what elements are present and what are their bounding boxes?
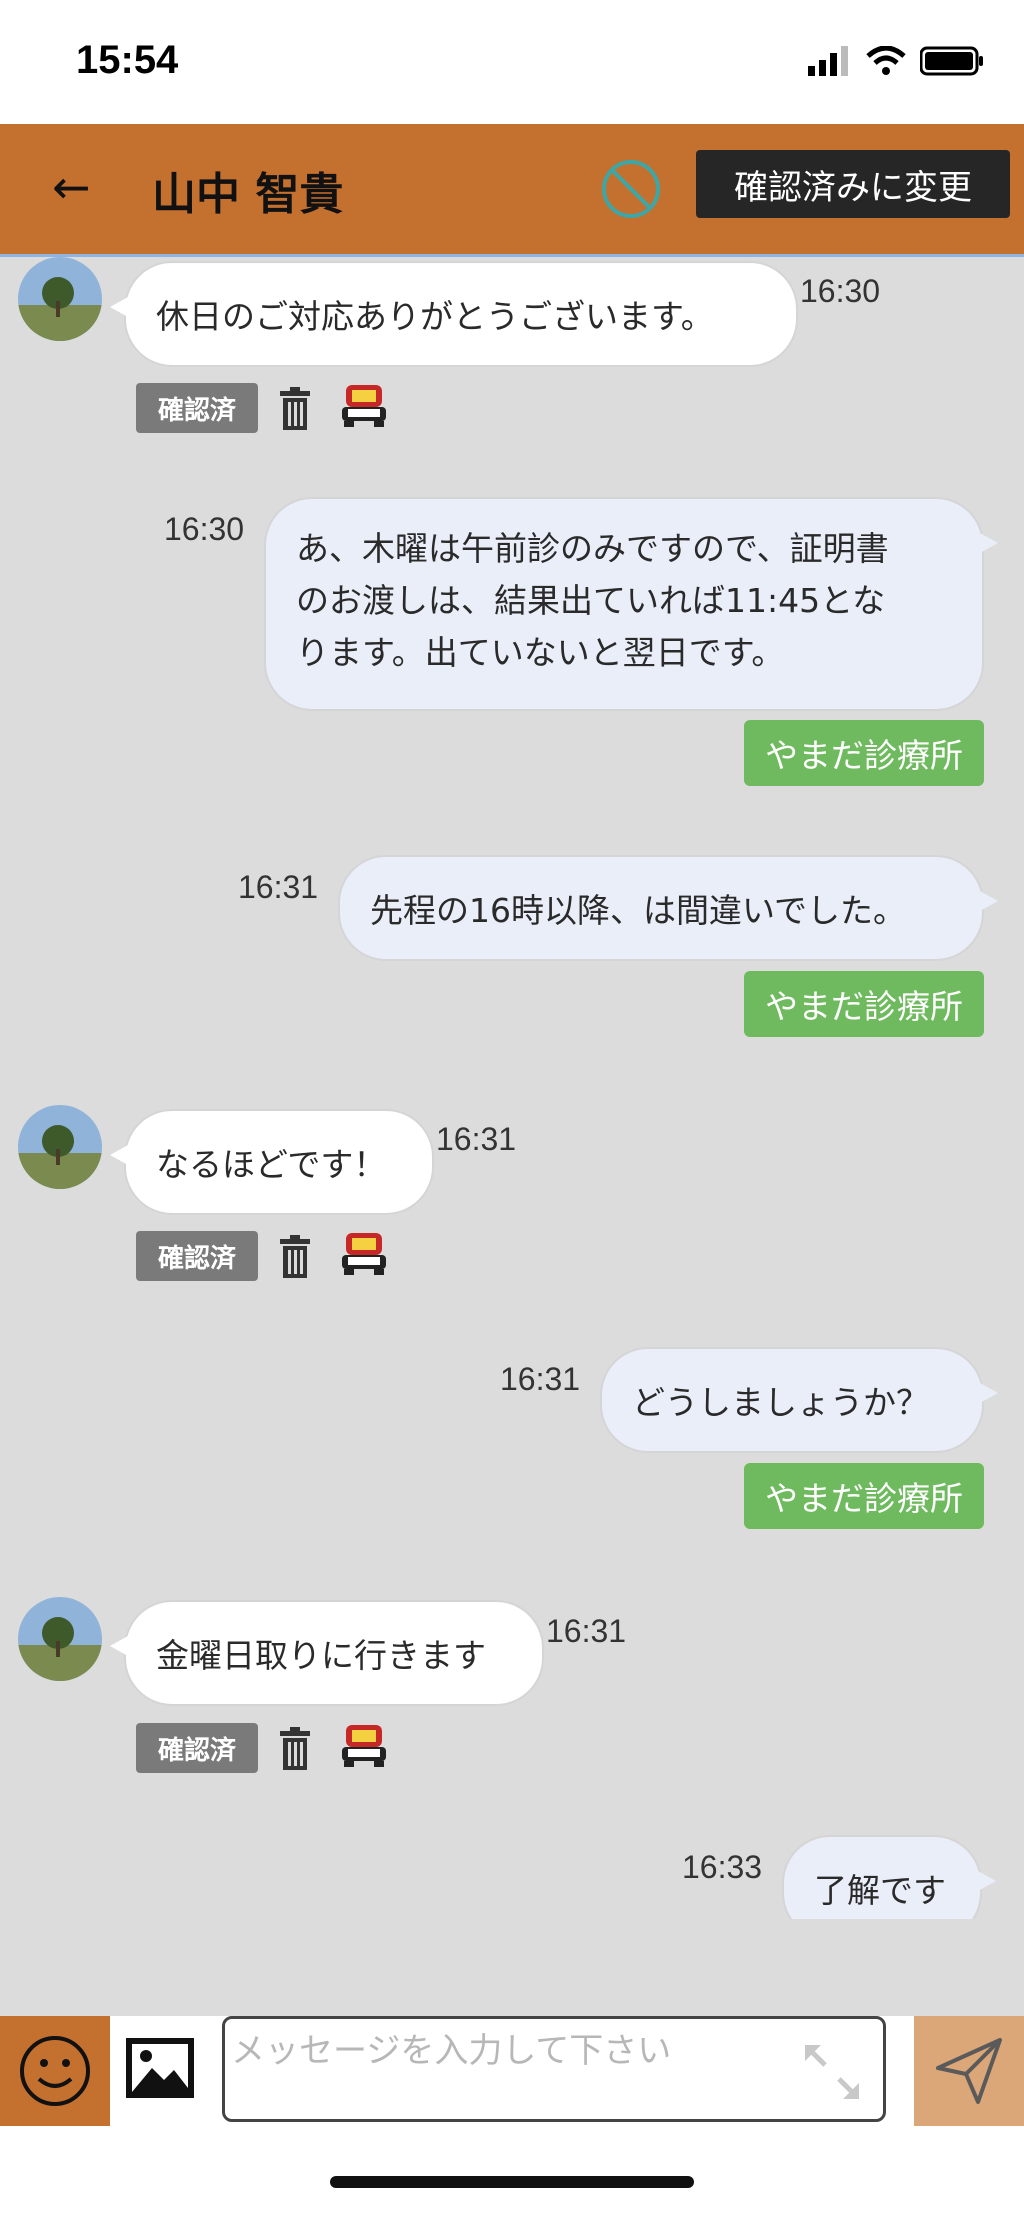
avatar-landscape-image — [18, 257, 102, 341]
mark-confirmed-button[interactable]: 確認済みに変更 — [696, 150, 1010, 218]
confirmed-badge: 確認済 — [136, 1231, 258, 1281]
message-time: 16:31 — [546, 1613, 627, 1649]
block-icon[interactable] — [600, 158, 662, 220]
notification-icon[interactable] — [340, 1229, 388, 1277]
contact-name: 山中 智貴 — [152, 169, 344, 220]
message-time: 16:31 — [238, 869, 319, 905]
message-input-placeholder: メッセージを入力して下さい — [231, 2031, 672, 2071]
notification-icon[interactable] — [340, 381, 388, 429]
message-input[interactable]: メッセージを入力して下さい — [222, 2016, 886, 2122]
message-text: どうしましょうか？ — [632, 1383, 929, 1422]
wifi-icon — [866, 46, 906, 75]
message-text-line: ります。出ていないと翌日です。 — [296, 633, 785, 672]
status-time: 15:54 — [76, 38, 179, 82]
trash-icon[interactable] — [278, 1727, 312, 1771]
message-text: 了解です — [814, 1871, 946, 1910]
smiley-icon — [20, 2036, 90, 2106]
message-time: 16:33 — [682, 1849, 763, 1885]
message-bubble-outgoing[interactable]: どうしましょうか？ — [600, 1347, 998, 1453]
message-time: 16:30 — [800, 273, 881, 309]
sender-label: やまだ診療所 — [744, 971, 984, 1037]
message-clip: 了解です — [770, 1835, 1010, 1919]
message-time: 16:31 — [436, 1121, 517, 1157]
sender-label: やまだ診療所 — [744, 720, 984, 786]
avatar[interactable] — [18, 1597, 102, 1681]
confirmed-badge: 確認済 — [136, 1723, 258, 1773]
message-time: 16:31 — [500, 1361, 581, 1397]
trash-icon[interactable] — [278, 387, 312, 431]
status-bar: 15:54 — [0, 0, 1024, 124]
message-bubble-incoming[interactable]: 休日のご対応ありがとうございます。 — [110, 261, 798, 367]
trash-icon[interactable] — [278, 1235, 312, 1279]
home-indicator[interactable] — [330, 2176, 694, 2188]
back-arrow-icon[interactable]: ← — [52, 164, 91, 210]
message-text-line: のお渡しは、結果出ていれば11:45とな — [296, 581, 886, 620]
avatar[interactable] — [18, 1105, 102, 1189]
chat-area[interactable]: 休日のご対応ありがとうございます。 16:30 確認済 16:30 あ、木曜は午… — [0, 257, 1024, 2016]
send-button[interactable] — [914, 2016, 1024, 2126]
sender-label: やまだ診療所 — [744, 1463, 984, 1529]
message-bubble-outgoing[interactable]: 先程の16時以降、は間違いでした。 — [338, 855, 998, 961]
message-text: 先程の16時以降、は間違いでした。 — [370, 891, 907, 930]
confirmed-badge: 確認済 — [136, 383, 258, 433]
message-text-line: あ、木曜は午前診のみですので、証明書 — [296, 529, 889, 568]
message-bubble-incoming[interactable]: 金曜日取りに行きます — [110, 1600, 544, 1706]
message-text: なるほどです！ — [156, 1145, 387, 1184]
message-bubble-incoming[interactable]: なるほどです！ — [110, 1109, 434, 1215]
image-attach-icon[interactable] — [124, 2036, 196, 2100]
message-time: 16:30 — [164, 511, 245, 547]
notification-icon[interactable] — [340, 1721, 388, 1769]
message-text: 金曜日取りに行きます — [156, 1636, 486, 1675]
emoji-button[interactable] — [0, 2016, 110, 2126]
avatar-landscape-image — [18, 1105, 102, 1189]
send-icon — [936, 2038, 1002, 2104]
avatar-landscape-image — [18, 1597, 102, 1681]
message-compose-bar: メッセージを入力して下さい — [0, 2016, 1024, 2126]
message-bubble-outgoing[interactable]: 了解です — [782, 1835, 996, 1919]
cellular-signal-icon — [808, 46, 848, 76]
expand-icon[interactable] — [799, 2039, 865, 2105]
avatar[interactable] — [18, 257, 102, 341]
status-icons — [808, 46, 984, 76]
chat-header: ← 山中 智貴 確認済みに変更 — [0, 124, 1024, 257]
battery-icon — [920, 46, 983, 76]
message-bubble-outgoing[interactable]: あ、木曜は午前診のみですので、証明書 のお渡しは、結果出ていれば11:45とな … — [264, 497, 998, 711]
message-text: 休日のご対応ありがとうございます。 — [156, 297, 714, 336]
